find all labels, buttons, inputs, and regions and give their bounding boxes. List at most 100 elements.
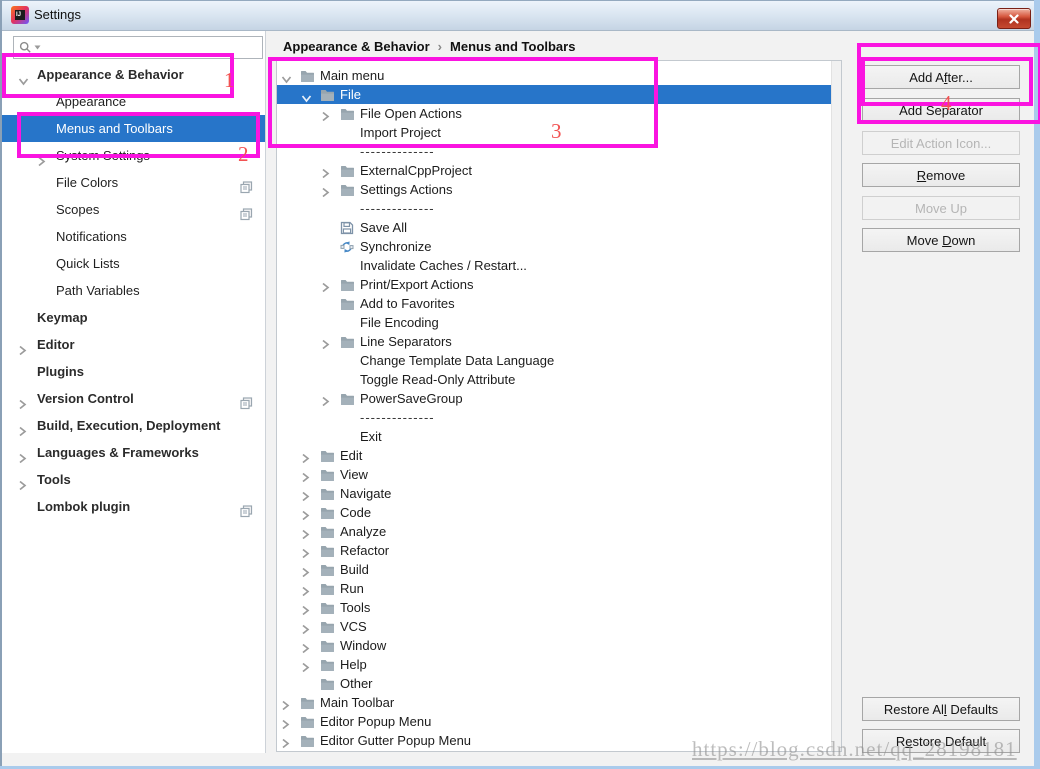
tree-row-label: Run (340, 581, 364, 596)
sidebar-item-editor[interactable]: Editor (2, 331, 265, 358)
tree-row-line-separators[interactable]: Line Separators (277, 332, 832, 351)
tree-row-label: File Encoding (360, 315, 439, 330)
tree-row-editor-popup-menu[interactable]: Editor Popup Menu (277, 712, 832, 731)
sidebar-item-label: Languages & Frameworks (37, 445, 199, 460)
sidebar-item-path-variables[interactable]: Path Variables (2, 277, 265, 304)
settings-window: IJ Settings Appearance & Behavior Appeara… (0, 0, 1040, 769)
tree-row-label: Invalidate Caches / Restart... (360, 258, 527, 273)
tree-row-synchronize[interactable]: Synchronize (277, 237, 832, 256)
sidebar-item-menus-and-toolbars[interactable]: Menus and Toolbars (2, 115, 265, 142)
tree-row-label: View (340, 467, 368, 482)
sidebar-item-keymap[interactable]: Keymap (2, 304, 265, 331)
tree-row-label: Settings Actions (360, 182, 453, 197)
sidebar-item-label: Plugins (37, 364, 84, 379)
tree-row-import-project[interactable]: Import Project (277, 123, 832, 142)
tree-row-label: Other (340, 676, 373, 691)
tree-separator-row[interactable]: -------------- (277, 199, 832, 218)
tree-row-add-to-favorites[interactable]: Add to Favorites (277, 294, 832, 313)
tree-row-editor-gutter-popup-menu[interactable]: Editor Gutter Popup Menu (277, 731, 832, 750)
tree-row-change-template-data-language[interactable]: Change Template Data Language (277, 351, 832, 370)
tree-row-powersavegroup[interactable]: PowerSaveGroup (277, 389, 832, 408)
sidebar-item-lombok-plugin[interactable]: Lombok plugin (2, 493, 265, 520)
close-icon (1009, 13, 1019, 24)
window-title: Settings (34, 7, 81, 22)
sidebar-item-notifications[interactable]: Notifications (2, 223, 265, 250)
tree-row-file-encoding[interactable]: File Encoding (277, 313, 832, 332)
tree-row-label: Main menu (320, 68, 385, 83)
button-label: Restore Default (895, 733, 987, 749)
tree-row-label: VCS (340, 619, 367, 634)
tree-separator-row[interactable]: -------------- (277, 142, 832, 161)
sidebar-item-languages-frameworks[interactable]: Languages & Frameworks (2, 439, 265, 466)
sidebar-item-label: Tools (37, 472, 71, 487)
tree-row-label: File Open Actions (360, 106, 462, 121)
close-button[interactable] (997, 8, 1031, 29)
tree-row-edit[interactable]: Edit (277, 446, 832, 465)
restore-default-button[interactable]: Restore Default (862, 729, 1020, 753)
button-label: Edit Action Icon... (890, 135, 992, 151)
tree-row-navigate[interactable]: Navigate (277, 484, 832, 503)
move-up-button: Move Up (862, 196, 1020, 220)
tree-row-label: Tools (340, 600, 371, 615)
tree-row-vcs[interactable]: VCS (277, 617, 832, 636)
sidebar-item-appearance[interactable]: Appearance (2, 88, 265, 115)
tree-row-analyze[interactable]: Analyze (277, 522, 832, 541)
sidebar-item-version-control[interactable]: Version Control (2, 385, 265, 412)
tree-scrollbar[interactable] (831, 61, 841, 751)
add-after-button[interactable]: Add After... (862, 65, 1020, 89)
separator-dashes: -------------- (360, 410, 435, 425)
sidebar-item-file-colors[interactable]: File Colors (2, 169, 265, 196)
tree-row-main-menu[interactable]: Main menu (277, 66, 832, 85)
tree-row-label: Build (340, 562, 369, 577)
tree-row-tools[interactable]: Tools (277, 598, 832, 617)
tree-row-window[interactable]: Window (277, 636, 832, 655)
tree-row-label: Editor Popup Menu (320, 714, 432, 729)
sidebar-item-plugins[interactable]: Plugins (2, 358, 265, 385)
tree-row-settings-actions[interactable]: Settings Actions (277, 180, 832, 199)
tree-row-invalidate-caches-restart[interactable]: Invalidate Caches / Restart... (277, 256, 832, 275)
restore-all-defaults-button[interactable]: Restore All Defaults (862, 697, 1020, 721)
tree-row-label: Help (340, 657, 367, 672)
tree-row-toggle-read-only-attribute[interactable]: Toggle Read-Only Attribute (277, 370, 832, 389)
move-down-button[interactable]: Move Down (862, 228, 1020, 252)
sidebar-item-build-execution-deployment[interactable]: Build, Execution, Deployment (2, 412, 265, 439)
search-input[interactable] (13, 36, 263, 59)
separator-dashes: -------------- (360, 144, 435, 159)
sidebar-item-label: Appearance (56, 94, 127, 109)
search-options-caret-icon (34, 45, 41, 50)
sidebar-item-system-settings[interactable]: System Settings (2, 142, 265, 169)
tree-row-other[interactable]: Other (277, 674, 832, 693)
tree-row-label: ExternalCppProject (360, 163, 472, 178)
tree-separator-row[interactable]: -------------- (277, 408, 832, 427)
tree-row-label: Code (340, 505, 372, 520)
button-label: Add After... (909, 69, 973, 85)
tree-row-print-export-actions[interactable]: Print/Export Actions (277, 275, 832, 294)
tree-row-run[interactable]: Run (277, 579, 832, 598)
tree-row-view[interactable]: View (277, 465, 832, 484)
sidebar-item-label: File Colors (56, 175, 119, 190)
tree-row-code[interactable]: Code (277, 503, 832, 522)
tree-row-file-open-actions[interactable]: File Open Actions (277, 104, 832, 123)
sidebar-item-tools[interactable]: Tools (2, 466, 265, 493)
tree-row-help[interactable]: Help (277, 655, 832, 674)
tree-row-file[interactable]: File (277, 85, 832, 104)
tree-row-save-all[interactable]: Save All (277, 218, 832, 237)
titlebar[interactable]: IJ Settings (0, 0, 1040, 31)
sidebar-item-quick-lists[interactable]: Quick Lists (2, 250, 265, 277)
breadcrumb-parent[interactable]: Appearance & Behavior (283, 39, 430, 54)
tree-row-exit[interactable]: Exit (277, 427, 832, 446)
tree-row-main-toolbar[interactable]: Main Toolbar (277, 693, 832, 712)
remove-button[interactable]: Remove (862, 163, 1020, 187)
tree-row-externalcppproject[interactable]: ExternalCppProject (277, 161, 832, 180)
sidebar-item-label: Keymap (37, 310, 88, 325)
chevron-right-icon[interactable] (281, 735, 290, 754)
intellij-logo-icon: IJ (11, 6, 29, 24)
tree-row-refactor[interactable]: Refactor (277, 541, 832, 560)
tree-row-build[interactable]: Build (277, 560, 832, 579)
sidebar-item-scopes[interactable]: Scopes (2, 196, 265, 223)
tree-row-label: Window (340, 638, 387, 653)
sidebar-item-label: Scopes (56, 202, 100, 217)
add-separator-button[interactable]: Add Separator (862, 98, 1020, 122)
tree-row-label: File (340, 87, 361, 102)
sidebar-item-appearance-behavior[interactable]: Appearance & Behavior (2, 61, 265, 88)
